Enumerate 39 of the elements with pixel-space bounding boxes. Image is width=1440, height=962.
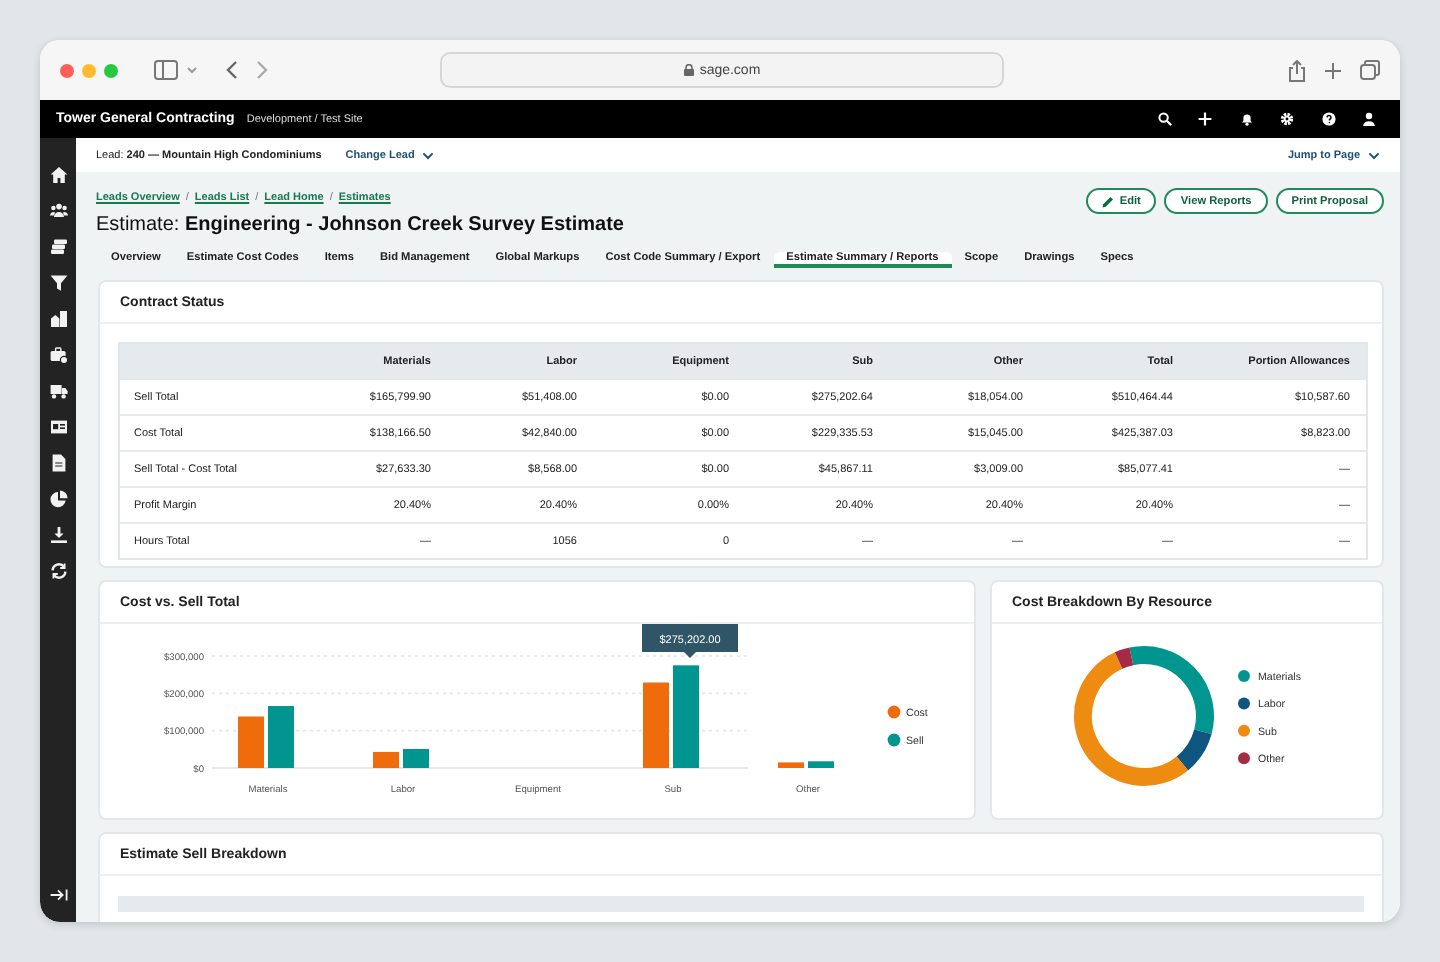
filter-icon[interactable] — [49, 274, 67, 292]
close-button[interactable] — [60, 63, 74, 77]
settings-icon[interactable] — [1280, 112, 1294, 126]
stack-icon[interactable] — [49, 238, 67, 256]
chevron-down-icon[interactable] — [186, 66, 198, 74]
caret-icon — [1368, 151, 1380, 159]
tabs-icon[interactable] — [1360, 60, 1380, 80]
collapse-icon[interactable] — [49, 888, 67, 902]
help-icon[interactable] — [1321, 112, 1335, 126]
bell-icon[interactable] — [1239, 112, 1253, 126]
bar — [778, 762, 804, 768]
document-icon[interactable] — [49, 454, 67, 472]
bar — [673, 665, 699, 768]
bar — [808, 761, 834, 768]
bar — [268, 706, 294, 768]
buildings-icon[interactable] — [49, 310, 67, 328]
sidebar-icon[interactable] — [154, 60, 178, 80]
refresh-icon[interactable] — [49, 562, 67, 580]
legend-dot — [887, 733, 901, 747]
briefcase-icon[interactable] — [49, 346, 67, 364]
user-icon[interactable] — [1362, 112, 1376, 126]
bar — [238, 716, 264, 768]
pie-chart-icon[interactable] — [49, 490, 67, 508]
pencil-icon — [1101, 195, 1114, 207]
bar — [643, 682, 669, 768]
people-icon[interactable] — [49, 202, 67, 220]
home-icon[interactable] — [49, 166, 67, 184]
card-icon[interactable] — [49, 418, 67, 436]
truck-icon[interactable] — [49, 382, 67, 400]
download-icon[interactable] — [49, 526, 67, 544]
bar — [403, 748, 429, 768]
share-icon[interactable] — [1288, 59, 1306, 81]
legend-dot — [887, 705, 901, 719]
page-title: Estimate: Engineering - Johnson Creek Survey Estimate — [96, 212, 626, 240]
search-icon[interactable] — [1157, 112, 1171, 126]
lock-icon — [683, 64, 694, 76]
back-icon[interactable] — [226, 60, 238, 80]
bar — [373, 751, 399, 768]
caret-icon — [422, 151, 435, 159]
